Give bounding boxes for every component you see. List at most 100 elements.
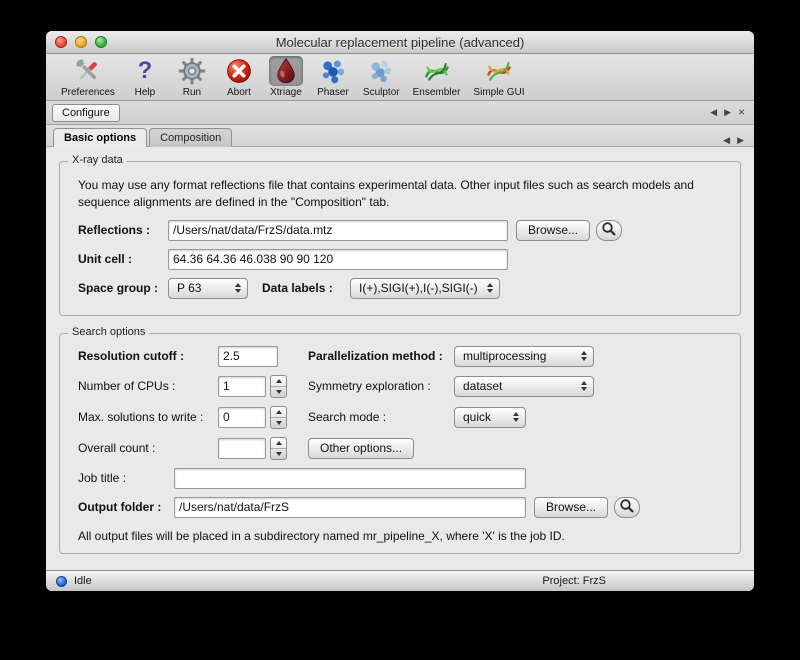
status-bar: Idle Project: FrzS	[46, 570, 754, 591]
max-solutions-row: Max. solutions to write : Search mode : …	[78, 406, 722, 429]
reflections-browse-button[interactable]: Browse...	[516, 220, 590, 241]
toolbar-label: Ensembler	[413, 87, 461, 98]
stepper-up-icon[interactable]	[271, 407, 286, 417]
reflections-label: Reflections :	[78, 223, 168, 237]
window-controls	[55, 36, 107, 48]
toolbar-item-simple-gui[interactable]: Simple GUI	[468, 55, 529, 99]
tab-basic-options[interactable]: Basic options	[53, 128, 147, 147]
max-solutions-input[interactable]	[218, 407, 266, 428]
overall-count-row: Overall count : Other options...	[78, 437, 722, 460]
toolbar-item-xtriage[interactable]: Xtriage	[264, 55, 308, 99]
data-labels-value: I(+),SIGI(+),I(-),SIGI(-)	[359, 281, 480, 295]
run-icon	[175, 56, 209, 86]
num-cpus-stepper[interactable]	[270, 375, 287, 398]
tab-close-icon[interactable]: ×	[738, 108, 745, 117]
window-title: Molecular replacement pipeline (advanced…	[46, 35, 754, 50]
resolution-cutoff-input[interactable]	[218, 346, 278, 367]
symmetry-exploration-value: dataset	[463, 379, 574, 393]
overall-count-input[interactable]	[218, 438, 266, 459]
output-folder-browse-button[interactable]: Browse...	[534, 497, 608, 518]
app-window: Molecular replacement pipeline (advanced…	[46, 31, 754, 591]
tab-composition[interactable]: Composition	[149, 128, 232, 147]
reflections-input[interactable]	[168, 220, 508, 241]
magnifier-icon	[601, 221, 617, 240]
stepper-down-icon[interactable]	[271, 417, 286, 428]
sub-tab-nav-controls: ◀ ▶	[723, 135, 744, 146]
output-folder-input[interactable]	[174, 497, 526, 518]
stepper-up-icon[interactable]	[271, 438, 286, 448]
toolbar-label: Preferences	[61, 87, 115, 98]
toolbar-label: Run	[183, 87, 201, 98]
output-folder-view-button[interactable]	[614, 497, 640, 518]
toolbar-label: Abort	[227, 87, 251, 98]
stepper-down-icon[interactable]	[271, 448, 286, 459]
search-options-group: Search options Resolution cutoff : Paral…	[59, 333, 741, 554]
xray-description: You may use any format reflections file …	[78, 177, 722, 212]
data-labels-label: Data labels :	[262, 281, 350, 295]
num-cpus-input[interactable]	[218, 376, 266, 397]
space-group-dropdown[interactable]: P 63	[168, 278, 248, 299]
subtab-scroll-left-icon[interactable]: ◀	[723, 135, 730, 146]
num-cpus-row: Number of CPUs : Symmetry exploration : …	[78, 375, 722, 398]
job-title-input[interactable]	[174, 468, 526, 489]
reflections-row: Reflections : Browse...	[78, 220, 722, 241]
minimize-window-button[interactable]	[75, 36, 87, 48]
space-group-row: Space group : P 63 Data labels : I(+),SI…	[78, 278, 722, 299]
title-bar: Molecular replacement pipeline (advanced…	[46, 31, 754, 54]
configure-panel: X-ray data You may use any format reflec…	[46, 147, 754, 570]
data-labels-dropdown[interactable]: I(+),SIGI(+),I(-),SIGI(-)	[350, 278, 500, 299]
stepper-up-icon[interactable]	[271, 376, 286, 386]
space-group-label: Space group :	[78, 281, 168, 295]
phaser-icon	[316, 56, 350, 86]
tab-scroll-right-icon[interactable]: ▶	[724, 107, 731, 118]
symmetry-exploration-label: Symmetry exploration :	[308, 379, 454, 393]
xray-data-group: X-ray data You may use any format reflec…	[59, 161, 741, 316]
magnifier-icon	[619, 498, 635, 517]
tab-nav-controls: ◀ ▶ ×	[710, 107, 745, 118]
subtab-scroll-right-icon[interactable]: ▶	[737, 135, 744, 146]
toolbar-label: Xtriage	[270, 87, 302, 98]
toolbar-item-sculptor[interactable]: Sculptor	[358, 55, 405, 99]
unit-cell-input[interactable]	[168, 249, 508, 270]
overall-count-stepper[interactable]	[270, 437, 287, 460]
tab-scroll-left-icon[interactable]: ◀	[710, 107, 717, 118]
popup-arrows-icon	[235, 283, 241, 293]
stepper-down-icon[interactable]	[271, 386, 286, 397]
output-note: All output files will be placed in a sub…	[78, 529, 722, 543]
toolbar-label: Sculptor	[363, 87, 400, 98]
search-mode-label: Search mode :	[308, 410, 454, 424]
toolbar-item-ensembler[interactable]: Ensembler	[408, 55, 466, 99]
toolbar-item-phaser[interactable]: Phaser	[311, 55, 355, 99]
toolbar-item-run[interactable]: Run	[170, 55, 214, 99]
toolbar-item-preferences[interactable]: Preferences	[56, 55, 120, 99]
toolbar-item-abort[interactable]: Abort	[217, 55, 261, 99]
resolution-cutoff-label: Resolution cutoff :	[78, 349, 218, 363]
search-mode-dropdown[interactable]: quick	[454, 407, 526, 428]
parallelization-method-dropdown[interactable]: multiprocessing	[454, 346, 594, 367]
parallelization-method-label: Parallelization method :	[308, 349, 454, 363]
xtriage-icon	[269, 56, 303, 86]
other-options-button[interactable]: Other options...	[308, 438, 414, 459]
resolution-row: Resolution cutoff : Parallelization meth…	[78, 346, 722, 367]
project-label: Project: FrzS	[542, 575, 606, 587]
tab-configure[interactable]: Configure	[52, 104, 120, 122]
sculptor-icon	[364, 56, 398, 86]
symmetry-exploration-dropdown[interactable]: dataset	[454, 376, 594, 397]
help-icon: ?	[128, 56, 162, 86]
space-group-value: P 63	[177, 281, 228, 295]
job-title-row: Job title :	[78, 468, 722, 489]
job-title-label: Job title :	[78, 471, 174, 485]
toolbar-item-help[interactable]: ? Help	[123, 55, 167, 99]
unit-cell-label: Unit cell :	[78, 252, 168, 266]
status-indicator-icon	[56, 576, 67, 587]
close-window-button[interactable]	[55, 36, 67, 48]
zoom-window-button[interactable]	[95, 36, 107, 48]
toolbar: Preferences ? Help	[46, 54, 754, 101]
search-group-title: Search options	[68, 326, 149, 338]
toolbar-label: Phaser	[317, 87, 349, 98]
toolbar-label: Help	[135, 87, 156, 98]
max-solutions-stepper[interactable]	[270, 406, 287, 429]
overall-count-label: Overall count :	[78, 441, 218, 455]
reflections-view-button[interactable]	[596, 220, 622, 241]
popup-arrows-icon	[581, 351, 587, 361]
